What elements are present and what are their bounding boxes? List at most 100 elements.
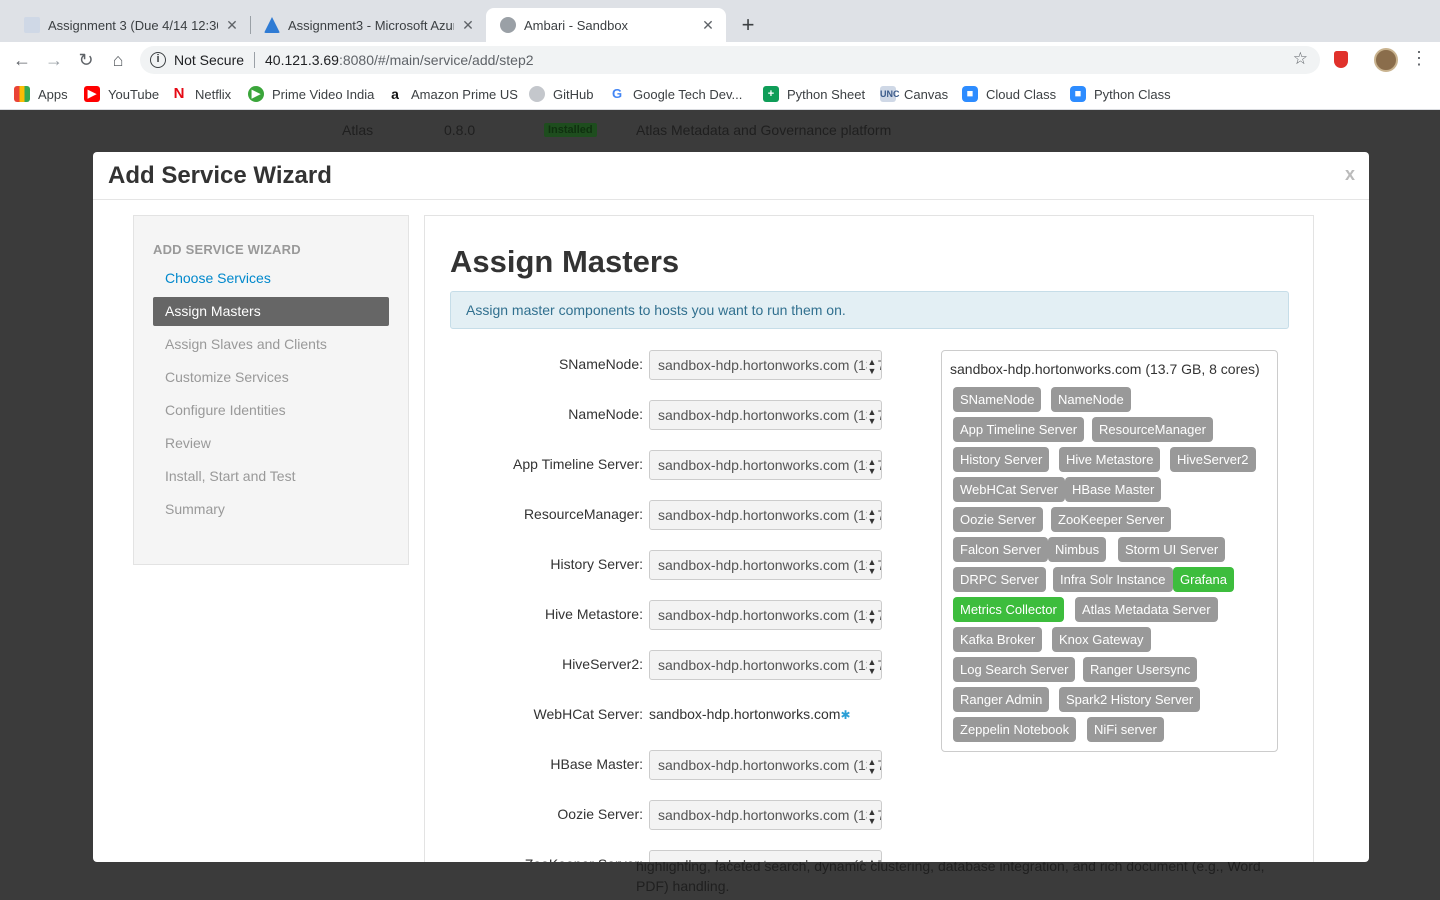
select-arrows-icon: ▲▼ (867, 501, 877, 526)
component-label: ResourceManager: (523, 506, 643, 522)
host-select[interactable]: sandbox-hdp.hortonworks.com (13.7 GB, 8 … (649, 850, 882, 862)
canvas-icon: UNC (880, 86, 900, 102)
component-label: App Timeline Server: (513, 456, 643, 472)
bg-service-name: Atlas (342, 122, 374, 138)
component-chip: Grafana (1173, 567, 1234, 592)
component-label: HiveServer2: (562, 656, 643, 672)
host-select-value: sandbox-hdp.hortonworks.com (13.7 GB, 8 … (658, 607, 881, 623)
component-chip: Log Search Server (953, 657, 1076, 682)
component-chip: App Timeline Server (953, 417, 1085, 442)
component-label: NameNode: (568, 406, 643, 422)
forward-arrow-icon[interactable]: → (42, 48, 66, 72)
browser-tab-active[interactable]: Ambari - Sandbox ✕ (486, 8, 726, 42)
component-label: Oozie Server: (557, 806, 643, 822)
master-assignment-row: SNameNode: sandbox-hdp.hortonworks.com (1… (425, 350, 885, 380)
bookmark-label: Amazon Prime US (411, 86, 518, 102)
netflix-icon: N (171, 86, 187, 102)
wizard-content: Assign Masters Assign master components … (424, 215, 1314, 862)
bookmark-google-tech[interactable]: G Google Tech Dev... (609, 86, 742, 102)
add-service-modal: Add Service Wizard x ADD SERVICE WIZARD … (93, 152, 1369, 862)
zoom-icon: ■ (1070, 86, 1086, 102)
tab-title: Assignment3 - Microsoft Azure (288, 17, 454, 33)
bookmark-label: Python Sheet (787, 86, 866, 102)
component-chip: History Server (953, 447, 1050, 472)
select-arrows-icon: ▲▼ (867, 601, 877, 626)
component-label: HBase Master: (550, 756, 643, 772)
close-tab-icon[interactable]: ✕ (700, 17, 716, 34)
wizard-step-choose-services[interactable]: Choose Services (153, 264, 389, 293)
google-icon: G (609, 86, 625, 102)
host-static-text: sandbox-hdp.hortonworks.com (649, 706, 841, 722)
component-chip: Spark2 History Server (1059, 687, 1201, 712)
host-select[interactable]: sandbox-hdp.hortonworks.com (13.7 GB, 8 … (649, 450, 882, 480)
close-tab-icon[interactable]: ✕ (224, 17, 240, 34)
bookmark-python-class[interactable]: ■ Python Class (1070, 86, 1171, 102)
home-icon[interactable]: ⌂ (106, 48, 130, 72)
address-bar[interactable]: i Not Secure 40.121.3.69:8080/#/main/ser… (140, 46, 1320, 74)
profile-avatar[interactable] (1374, 48, 1398, 72)
master-assignment-row: ResourceManager: sandbox-hdp.hortonworks.… (425, 500, 885, 530)
host-select[interactable]: sandbox-hdp.hortonworks.com (13.7 GB, 8 … (649, 600, 882, 630)
bg-description-text: highlighting, faceted search, dynamic cl… (636, 858, 1265, 894)
component-label: History Server: (550, 556, 643, 572)
info-icon[interactable]: i (150, 52, 166, 68)
host-select[interactable]: sandbox-hdp.hortonworks.com (13.7 GB, 8 … (649, 650, 882, 680)
bookmark-netflix[interactable]: N Netflix (171, 86, 231, 102)
component-chip: Metrics Collector (953, 597, 1064, 622)
bookmark-prime-video[interactable]: ▶ Prime Video India (248, 86, 374, 102)
component-chip: Ranger Usersync (1083, 657, 1198, 682)
browser-tab[interactable]: Assignment 3 (Due 4/14 12:30p ✕ (10, 8, 250, 42)
reload-icon[interactable]: ↻ (74, 48, 98, 72)
component-label: SNameNode: (558, 356, 643, 372)
bookmark-label: GitHub (553, 86, 594, 102)
bookmark-amazon[interactable]: a Amazon Prime US (387, 86, 518, 102)
close-tab-icon[interactable]: ✕ (460, 17, 476, 34)
brave-shield-icon[interactable] (1334, 51, 1348, 68)
component-chip: DRPC Server (953, 567, 1046, 592)
security-label[interactable]: Not Secure (174, 52, 244, 68)
modal-close-button[interactable]: x (1345, 164, 1355, 185)
bookmark-github[interactable]: GitHub (529, 86, 593, 102)
tab-title: Ambari - Sandbox (524, 17, 629, 33)
bookmark-label: YouTube (108, 86, 160, 102)
component-chip: Kafka Broker (953, 627, 1043, 652)
wizard-step-assign-masters[interactable]: Assign Masters (153, 297, 389, 326)
url-text[interactable]: 40.121.3.69:8080/#/main/service/add/step… (265, 52, 534, 68)
master-assignment-row: History Server: sandbox-hdp.hortonworks.c… (425, 550, 885, 580)
component-chip: Ranger Admin (953, 687, 1050, 712)
host-select[interactable]: sandbox-hdp.hortonworks.com (13.7 GB, 8 … (649, 350, 882, 380)
master-assignment-row: HBase Master: sandbox-hdp.hortonworks.com… (425, 750, 885, 780)
page-title: Assign Masters (450, 244, 680, 279)
component-chip: Knox Gateway (1052, 627, 1151, 652)
new-tab-plus-icon[interactable]: + (737, 12, 759, 38)
bg-installed-badge: Installed (544, 123, 597, 137)
host-select[interactable]: sandbox-hdp.hortonworks.com (13.7 GB, 8 … (649, 800, 882, 830)
bookmarks-bar: Apps ▶ YouTube N Netflix ▶ Prime Video Indi… (0, 78, 1440, 110)
bookmark-cloud-class[interactable]: ■ Cloud Class (962, 86, 1056, 102)
modal-header: Add Service Wizard x (93, 152, 1369, 200)
host-select-value: sandbox-hdp.hortonworks.com (13.7 GB, 8 … (658, 357, 881, 373)
bookmark-star-icon[interactable]: ☆ (1293, 49, 1308, 69)
sheets-icon: + (763, 86, 779, 102)
browser-tab[interactable]: Assignment3 - Microsoft Azure ✕ (250, 8, 486, 42)
component-chip: Storm UI Server (1118, 537, 1226, 562)
component-chip: SNameNode (953, 387, 1042, 412)
browser-menu-icon[interactable]: ⋮ (1410, 48, 1428, 69)
host-select[interactable]: sandbox-hdp.hortonworks.com (13.7 GB, 8 … (649, 750, 882, 780)
bookmark-canvas[interactable]: UNC Canvas (880, 86, 948, 102)
bookmark-label: Cloud Class (986, 86, 1057, 102)
bookmark-youtube[interactable]: ▶ YouTube (84, 86, 159, 102)
apps-grid-icon (14, 86, 30, 102)
bookmark-label: Canvas (904, 86, 949, 102)
select-arrows-icon: ▲▼ (867, 351, 877, 376)
host-select[interactable]: sandbox-hdp.hortonworks.com (13.7 GB, 8 … (649, 550, 882, 580)
bookmark-apps[interactable]: Apps (14, 86, 68, 102)
select-arrows-icon: ▲▼ (867, 801, 877, 826)
bookmark-python-sheet[interactable]: + Python Sheet (763, 86, 865, 102)
component-chip: HBase Master (1065, 477, 1162, 502)
azure-favicon-icon (264, 17, 280, 33)
back-arrow-icon[interactable]: ← (10, 48, 34, 72)
host-select[interactable]: sandbox-hdp.hortonworks.com (13.7 GB, 8 … (649, 400, 882, 430)
host-select[interactable]: sandbox-hdp.hortonworks.com (13.7 GB, 8 … (649, 500, 882, 530)
browser-tabstrip: Assignment 3 (Due 4/14 12:30p ✕ Assignme… (0, 0, 1440, 42)
